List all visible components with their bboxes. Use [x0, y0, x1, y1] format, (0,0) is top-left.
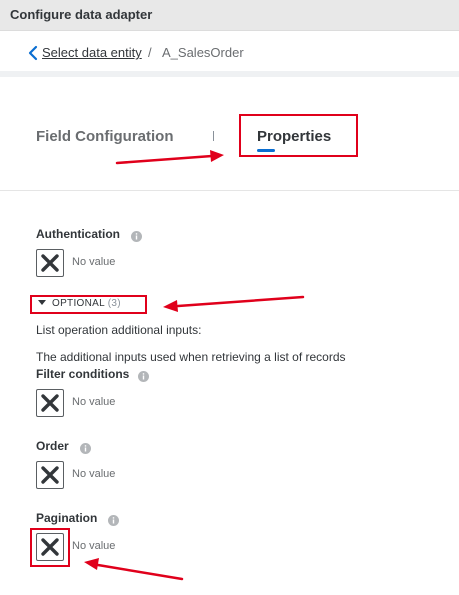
tab-bar: Field Configuration Properties [0, 83, 459, 191]
filter-conditions-value-button[interactable] [36, 389, 64, 417]
optional-section-toggle[interactable]: OPTIONAL (3) [38, 298, 121, 309]
chevron-left-icon[interactable] [26, 45, 40, 61]
info-icon[interactable] [138, 369, 149, 382]
active-tab-indicator [257, 149, 275, 152]
close-icon [41, 254, 59, 272]
close-icon [41, 394, 59, 412]
breadcrumb: Select data entity / A_SalesOrder [0, 31, 459, 77]
filter-conditions-label: Filter conditions [36, 367, 130, 381]
breadcrumb-current: A_SalesOrder [162, 45, 244, 60]
window-titlebar: Configure data adapter [0, 0, 459, 31]
authentication-label: Authentication [36, 227, 120, 241]
order-value-button[interactable] [36, 461, 64, 489]
tab-field-configuration[interactable]: Field Configuration [36, 128, 173, 145]
annotation-arrow-pagination [84, 558, 184, 581]
close-icon [41, 538, 59, 556]
authentication-value-button[interactable] [36, 249, 64, 277]
order-value-text: No value [72, 468, 116, 480]
optional-heading: List operation additional inputs: [36, 323, 202, 337]
authentication-value-text: No value [72, 256, 116, 268]
optional-count: (3) [107, 298, 121, 309]
annotation-arrow-optional [163, 295, 305, 312]
order-label: Order [36, 439, 69, 453]
tab-divider [213, 131, 214, 141]
breadcrumb-link-select-data-entity[interactable]: Select data entity [42, 45, 142, 60]
pagination-label: Pagination [36, 511, 98, 525]
breadcrumb-separator: / [148, 45, 152, 60]
window-title: Configure data adapter [10, 7, 153, 22]
close-icon [41, 466, 59, 484]
filter-conditions-value-text: No value [72, 396, 116, 408]
info-icon[interactable] [80, 441, 91, 454]
caret-down-icon [38, 300, 46, 305]
optional-description: The additional inputs used when retrievi… [36, 350, 346, 364]
pagination-value-text: No value [72, 540, 116, 552]
info-icon[interactable] [108, 513, 119, 526]
pagination-value-button[interactable] [36, 533, 64, 561]
info-icon[interactable] [131, 229, 142, 242]
optional-label: OPTIONAL [52, 298, 105, 309]
tab-properties[interactable]: Properties [257, 128, 331, 145]
